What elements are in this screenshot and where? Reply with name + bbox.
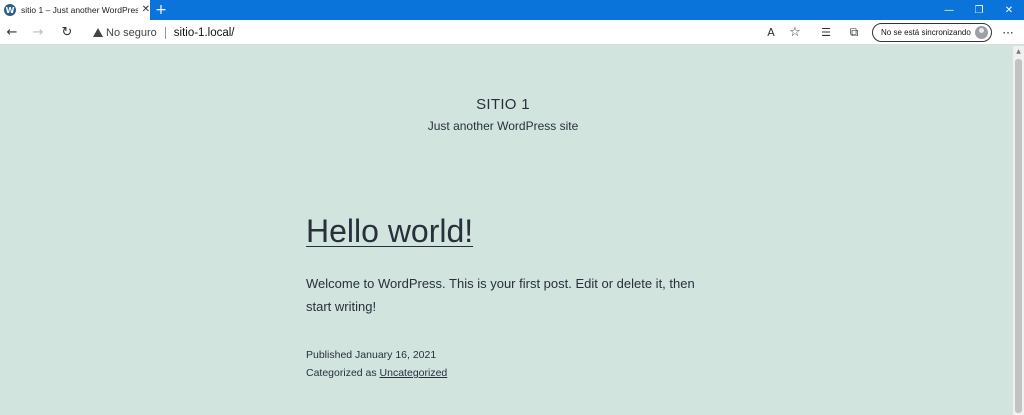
address-divider	[164, 26, 166, 39]
tab-title: sitio 1 – Just another WordPress site	[21, 5, 138, 15]
collections-icon[interactable]: ⧉	[845, 23, 863, 42]
published-date: January 16, 2021	[355, 349, 437, 361]
sync-status-button[interactable]: No se está sincronizando	[872, 23, 992, 42]
site-title[interactable]: SITIO 1	[0, 96, 1006, 113]
browser-toolbar: ← → ↻ No seguro sitio-1.local/ A ☆ ☰ ⧉ N…	[0, 20, 1024, 45]
restore-button[interactable]: ❐	[964, 0, 994, 20]
close-tab-icon[interactable]: ✕	[142, 5, 150, 15]
url-text[interactable]: sitio-1.local/	[174, 27, 235, 39]
browser-tab[interactable]: W sitio 1 – Just another WordPress site …	[0, 0, 150, 20]
wordpress-icon: W	[4, 4, 16, 16]
scroll-up-arrow-icon[interactable]: ▲	[1013, 46, 1024, 57]
security-label[interactable]: No seguro	[106, 27, 157, 39]
scroll-thumb[interactable]	[1015, 59, 1022, 413]
back-button[interactable]: ←	[2, 23, 22, 42]
minimize-button[interactable]: —	[934, 0, 964, 20]
page-scrollbar[interactable]: ▲	[1013, 46, 1024, 415]
site-description: Just another WordPress site	[427, 119, 579, 133]
reload-button[interactable]: ↻	[57, 23, 77, 42]
forward-button[interactable]: →	[28, 23, 48, 42]
sync-status-label: No se está sincronizando	[881, 28, 971, 37]
new-tab-button[interactable]: +	[152, 1, 170, 19]
published-prefix: Published	[306, 349, 356, 361]
close-window-button[interactable]: ✕	[994, 0, 1024, 20]
address-bar[interactable]: No seguro sitio-1.local/	[88, 22, 808, 43]
warning-icon[interactable]	[88, 26, 103, 40]
more-menu-button[interactable]: ···	[998, 23, 1018, 42]
read-aloud-icon[interactable]: A	[762, 23, 780, 42]
categorized-prefix: Categorized as	[306, 367, 380, 379]
title-bar: W sitio 1 – Just another WordPress site …	[0, 0, 1024, 20]
profile-avatar-icon	[975, 26, 988, 39]
post-title-link[interactable]: Hello world!	[306, 213, 473, 250]
category-link[interactable]: Uncategorized	[380, 367, 448, 379]
favorites-list-icon[interactable]: ☰	[817, 23, 835, 42]
post-content: Welcome to WordPress. This is your first…	[306, 276, 695, 314]
post-category-meta: Categorized as Uncategorized	[306, 367, 447, 379]
favorite-star-icon[interactable]: ☆	[786, 23, 804, 42]
post-published-meta: Published January 16, 2021	[306, 349, 436, 361]
